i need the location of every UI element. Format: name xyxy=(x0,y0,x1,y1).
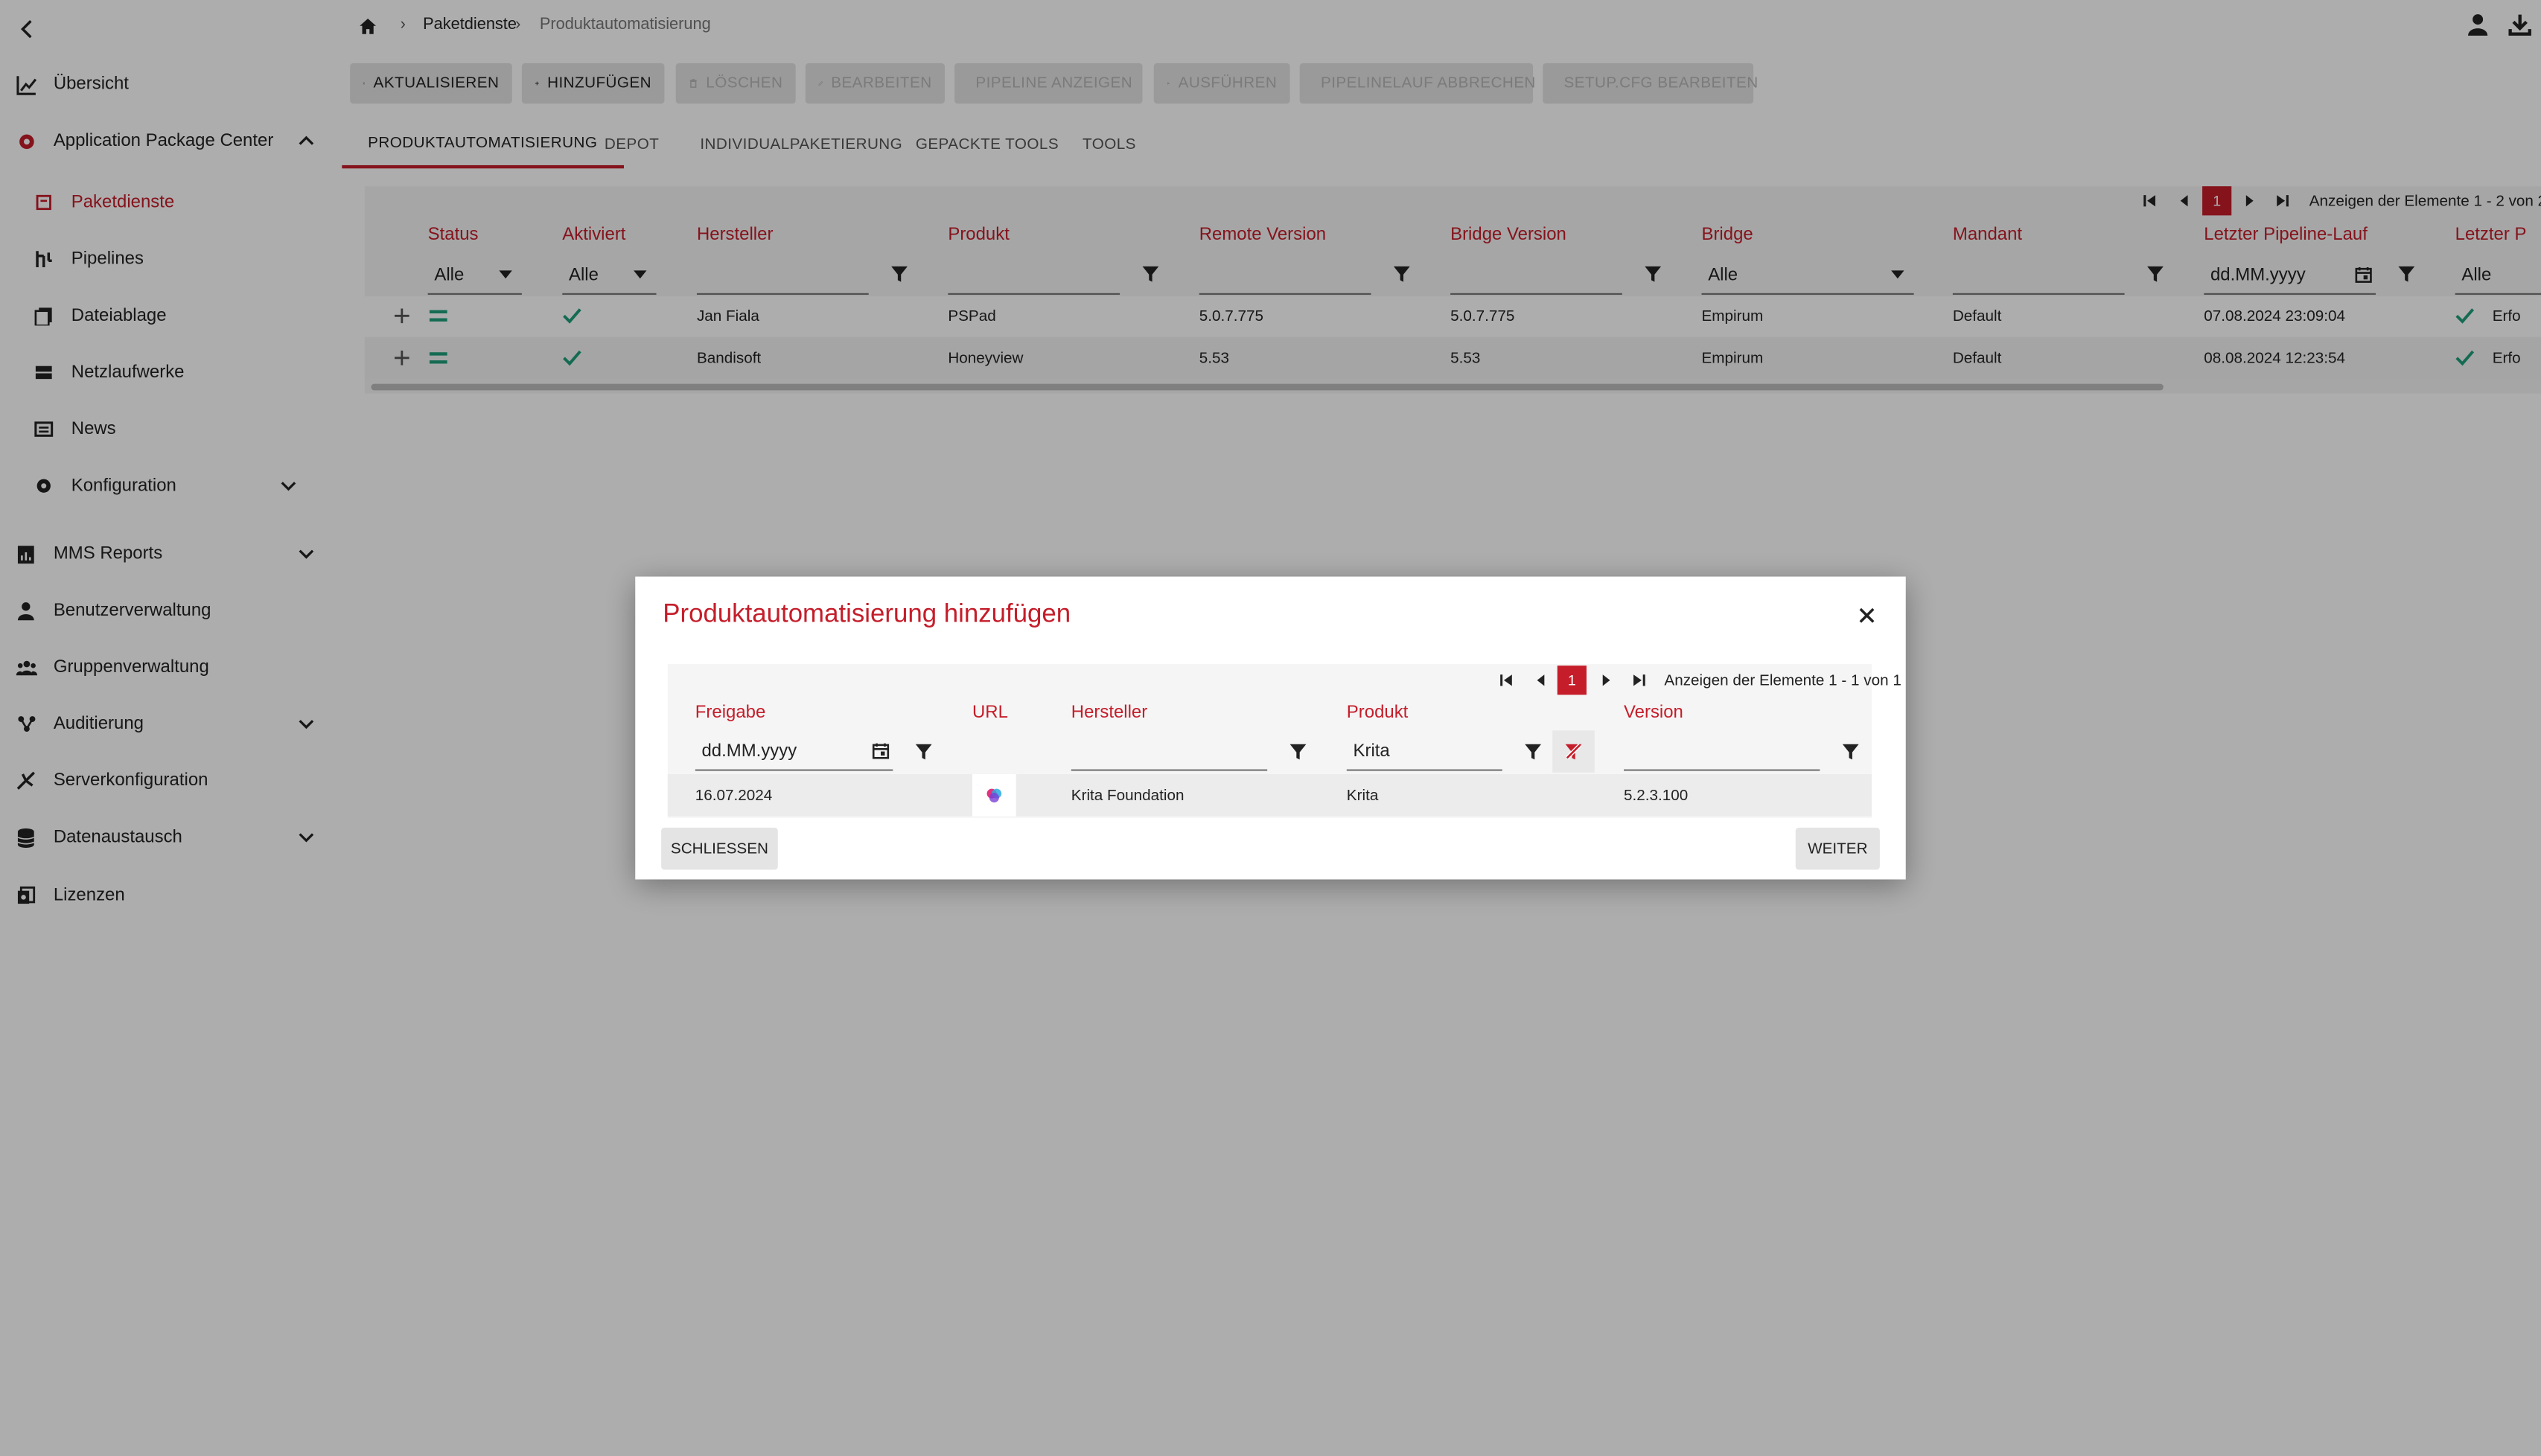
column-header-url[interactable]: URL xyxy=(972,703,1008,722)
calendar-icon[interactable] xyxy=(872,742,890,760)
column-header-hersteller[interactable]: Hersteller xyxy=(1071,703,1147,722)
last-page-icon[interactable] xyxy=(1630,672,1647,689)
next-button[interactable]: WEITER xyxy=(1795,827,1880,870)
filter-icon[interactable] xyxy=(914,742,934,761)
next-page-icon[interactable] xyxy=(1598,672,1614,689)
produkt-filter-value: Krita xyxy=(1353,741,1390,761)
cell-version: 5.2.3.100 xyxy=(1624,787,1689,805)
clear-filter-button[interactable] xyxy=(1552,730,1595,773)
add-product-automation-dialog: Produktautomatisierung hinzufügen 1 Anze… xyxy=(635,576,1906,880)
dialog-title: Produktautomatisierung hinzufügen xyxy=(663,601,1071,629)
app-window: Übersicht Application Package Center Pak… xyxy=(0,0,2541,1456)
column-header-freigabe[interactable]: Freigabe xyxy=(695,703,766,722)
filter-icon[interactable] xyxy=(1841,742,1861,761)
table-row[interactable]: 16.07.2024 Krita Foundation Krita 5.2.3.… xyxy=(667,774,1872,817)
produkt-filter-input[interactable]: Krita xyxy=(1346,732,1502,771)
cell-hersteller: Krita Foundation xyxy=(1071,787,1185,805)
clear-filter-icon xyxy=(1565,743,1582,760)
prev-page-icon[interactable] xyxy=(1533,672,1549,689)
cell-produkt: Krita xyxy=(1346,787,1379,805)
close-icon[interactable] xyxy=(1859,607,1875,624)
freigabe-date-input[interactable]: dd.MM.yyyy xyxy=(695,732,893,771)
close-button[interactable]: SCHLIESSEN xyxy=(661,827,778,870)
paging-info: Anzeigen der Elemente 1 - 1 von 1 xyxy=(1664,671,1901,690)
url-cell[interactable] xyxy=(972,774,1016,817)
date-placeholder: dd.MM.yyyy xyxy=(701,741,797,761)
hersteller-filter-input[interactable] xyxy=(1071,732,1268,771)
cell-freigabe: 16.07.2024 xyxy=(695,787,773,805)
filter-icon[interactable] xyxy=(1523,742,1543,761)
column-header-produkt[interactable]: Produkt xyxy=(1347,703,1409,722)
krita-logo-icon[interactable] xyxy=(985,787,1003,803)
version-filter-input[interactable] xyxy=(1624,732,1820,771)
page-number[interactable]: 1 xyxy=(1557,665,1587,695)
filter-icon[interactable] xyxy=(1288,742,1307,761)
column-header-version[interactable]: Version xyxy=(1624,703,1683,722)
first-page-icon[interactable] xyxy=(1499,672,1515,689)
